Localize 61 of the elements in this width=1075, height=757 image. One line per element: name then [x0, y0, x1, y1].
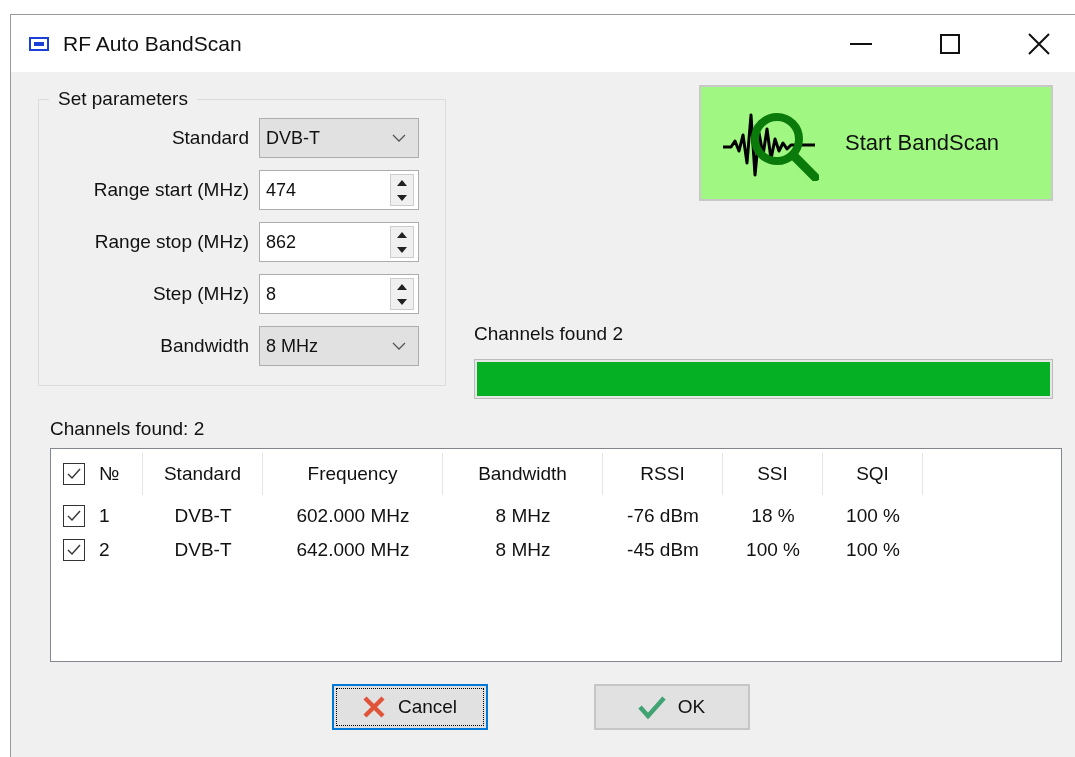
start-scan-button[interactable]: Start BandScan [699, 85, 1053, 201]
cross-icon [361, 695, 386, 719]
column-header[interactable]: SSI [723, 453, 823, 495]
checkmark-icon [66, 467, 82, 481]
window-title: RF Auto BandScan [63, 31, 242, 56]
table-cell-text: DVB-T [173, 504, 233, 528]
checkbox[interactable] [63, 463, 85, 485]
dropdown[interactable]: 8 MHz [259, 326, 419, 366]
checkbox[interactable] [63, 539, 85, 561]
check-icon [637, 695, 666, 719]
table-cell: 2 [51, 533, 143, 567]
table-cell-text: 100 % [845, 504, 901, 528]
column-header[interactable]: Frequency [263, 453, 443, 495]
table-cell-text: -45 dBm [626, 538, 700, 562]
up-arrow-icon [397, 283, 407, 290]
spin-box[interactable]: 474 [259, 170, 419, 210]
spin-box[interactable]: 8 [259, 274, 419, 314]
column-header[interactable]: Standard [143, 453, 263, 495]
chevron-down-icon [392, 342, 406, 350]
table-cell-text: DVB-T [173, 538, 233, 562]
checkmark-icon [66, 509, 82, 523]
checkmark-icon [66, 543, 82, 557]
spin-buttons[interactable] [390, 174, 414, 206]
spin-buttons[interactable] [390, 226, 414, 258]
cancel-button[interactable]: Cancel [331, 684, 488, 730]
maximize-icon[interactable] [940, 33, 960, 54]
table-cell-text: 18 % [750, 504, 796, 528]
up-arrow-icon [397, 179, 407, 186]
column-header[interactable]: SQI [823, 453, 923, 495]
table-cell-text: 642.000 MHz [295, 538, 411, 562]
group-title: Set parameters [57, 88, 189, 110]
field-label: Range start (MHz) [93, 179, 249, 201]
down-arrow-icon [397, 298, 407, 305]
field-label: Range stop (MHz) [94, 231, 249, 253]
minimize-icon[interactable] [850, 42, 872, 45]
table-cell-text: 602.000 MHz [295, 504, 411, 528]
table-cell-text: 100 % [845, 538, 901, 562]
field-label: Bandwidth [160, 335, 249, 357]
field-label: Standard [171, 127, 249, 149]
app-icon [29, 36, 49, 51]
column-header[interactable]: № [51, 453, 143, 495]
chevron-down-icon [392, 134, 406, 142]
table-cell-text: 100 % [745, 538, 801, 562]
dropdown[interactable]: DVB-T [259, 118, 419, 158]
down-arrow-icon [397, 246, 407, 253]
table-cell-text: 8 MHz [494, 538, 552, 562]
spin-box[interactable]: 862 [259, 222, 419, 262]
table-cell-text: 8 MHz [494, 504, 552, 528]
progress-label: Channels found 2 [474, 323, 624, 345]
channels-caption: Channels found: 2 [50, 418, 206, 440]
down-arrow-icon [397, 194, 407, 201]
table-cell-text: -76 dBm [626, 504, 700, 528]
close-icon[interactable] [1028, 32, 1050, 55]
field-label: Step (MHz) [152, 283, 249, 305]
checkbox[interactable] [63, 505, 85, 527]
column-header[interactable]: RSSI [603, 453, 723, 495]
column-header[interactable]: Bandwidth [443, 453, 603, 495]
up-arrow-icon [397, 231, 407, 238]
spin-buttons[interactable] [390, 278, 414, 310]
table-cell: 1 [51, 499, 143, 533]
ok-button[interactable]: OK [593, 684, 750, 730]
